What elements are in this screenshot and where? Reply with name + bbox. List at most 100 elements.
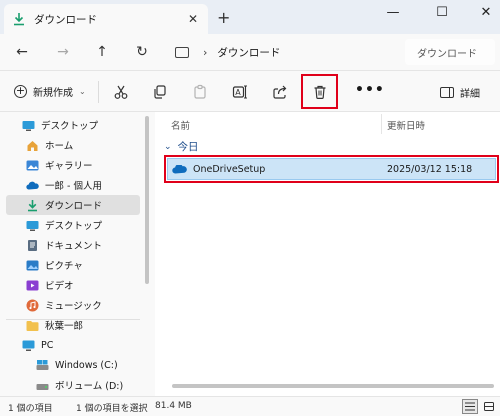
more-options-button[interactable]: ••• — [355, 82, 385, 98]
divider — [98, 81, 99, 103]
pc-icon — [175, 46, 189, 58]
new-tab-button[interactable]: + — [217, 8, 230, 27]
list-view-icon — [465, 402, 475, 411]
sidebar-item-drive-d[interactable]: ボリューム (D:) — [6, 375, 140, 395]
sidebar-item-label: ピクチャ — [45, 261, 83, 272]
sidebar-item-label: デスクトップ — [45, 221, 103, 232]
column-header-modified[interactable]: 更新日時 — [387, 118, 425, 132]
sidebar-item-desktop-top[interactable]: デスクトップ — [6, 115, 140, 135]
address-row: ← → ↑ ↻ › ダウンロード ダウンロード — [0, 34, 500, 70]
folder-icon — [26, 320, 39, 331]
sidebar-item-label: ドキュメント — [45, 241, 103, 252]
new-label: 新規作成 — [33, 88, 73, 99]
sidebar-item-label: ビデオ — [45, 281, 74, 292]
delete-highlight-box — [301, 74, 338, 109]
svg-text:A: A — [235, 88, 241, 97]
sidebar-scrollbar[interactable] — [145, 116, 149, 284]
sidebar-item-label: ダウンロード — [45, 201, 103, 212]
refresh-button[interactable]: ↻ — [133, 43, 151, 61]
sidebar-item-label: ミュージック — [45, 301, 102, 312]
close-tab-icon[interactable]: ✕ — [188, 12, 198, 26]
drive-icon — [36, 359, 49, 370]
sidebar-item-label: ギャラリー — [45, 161, 93, 172]
details-view-button[interactable] — [462, 399, 478, 414]
sidebar-item-label: ホーム — [45, 141, 74, 152]
forward-button[interactable]: → — [54, 43, 72, 61]
column-header-name[interactable]: 名前 — [171, 118, 190, 132]
sidebar-item-label: 秋葉一郎 — [45, 321, 84, 332]
paste-button[interactable] — [191, 83, 209, 101]
share-icon — [273, 85, 287, 99]
documents-icon — [28, 239, 37, 251]
item-count: 1 個の項目 — [8, 404, 53, 414]
file-highlight-box — [164, 155, 499, 183]
download-icon — [28, 199, 37, 211]
sidebar-item-drive-c[interactable]: Windows (C:) — [6, 355, 140, 375]
chevron-down-icon: ⌄ — [164, 141, 172, 152]
pc-icon — [22, 340, 35, 351]
command-bar: + 新規作成 ⌄ A ••• 詳細 — [0, 70, 500, 112]
pictures-icon — [26, 260, 39, 270]
gallery-icon — [26, 160, 39, 170]
sidebar-item-home[interactable]: ホーム — [6, 135, 140, 155]
sidebar-item-pictures[interactable]: ピクチャ — [6, 255, 140, 275]
home-icon — [27, 140, 38, 151]
share-button[interactable] — [271, 83, 289, 101]
paste-icon — [194, 84, 206, 99]
address-bar[interactable]: › ダウンロード — [165, 39, 397, 65]
download-icon — [14, 13, 24, 26]
cut-button[interactable] — [112, 83, 130, 101]
rename-button[interactable]: A — [231, 83, 249, 101]
plus-icon: + — [14, 84, 27, 98]
copy-icon — [154, 85, 166, 99]
horizontal-scrollbar[interactable] — [172, 384, 494, 388]
sidebar-item-desktop[interactable]: デスクトップ — [6, 215, 140, 235]
selection-count: 1 個の項目を選択 — [76, 404, 148, 414]
details-pane-button[interactable]: 詳細 — [440, 85, 480, 100]
rename-icon: A — [232, 85, 247, 99]
breadcrumb-downloads[interactable]: ダウンロード — [217, 45, 280, 60]
copy-button[interactable] — [151, 83, 169, 101]
sidebar-item-label: Windows (C:) — [55, 359, 118, 371]
minimize-button[interactable]: — — [383, 5, 403, 20]
onedrive-icon — [26, 181, 39, 190]
selection-size: 81.4 MB — [155, 401, 192, 411]
tab-title: ダウンロード — [34, 13, 97, 26]
group-header-today[interactable]: ⌄ 今日 — [164, 139, 199, 154]
column-divider[interactable] — [381, 114, 382, 134]
new-button[interactable]: + 新規作成 ⌄ — [14, 84, 86, 99]
sidebar-item-onedrive[interactable]: 一郎 - 個人用 — [6, 175, 140, 195]
sidebar-item-label: 一郎 - 個人用 — [45, 181, 102, 192]
up-button[interactable]: ↑ — [93, 43, 111, 61]
desktop-icon — [22, 120, 35, 131]
sidebar-item-label: PC — [41, 339, 54, 351]
scissors-icon — [114, 85, 128, 99]
search-input[interactable]: ダウンロード — [405, 39, 495, 65]
close-window-button[interactable]: ✕ — [476, 5, 496, 20]
sidebar-item-documents[interactable]: ドキュメント — [6, 235, 140, 255]
sidebar-item-gallery[interactable]: ギャラリー — [6, 155, 140, 175]
sidebar-item-downloads[interactable]: ダウンロード — [6, 195, 140, 215]
music-icon — [26, 299, 39, 311]
tab-downloads[interactable]: ダウンロード ✕ — [4, 4, 208, 34]
navigation-pane: デスクトップ ホーム ギャラリー 一郎 - 個人用 ダウンロード デスクトップ … — [0, 112, 155, 396]
sidebar-item-music[interactable]: ミュージック — [6, 295, 140, 315]
tiles-view-icon — [484, 402, 494, 411]
chevron-down-icon: ⌄ — [79, 87, 86, 96]
sidebar-item-label: デスクトップ — [41, 121, 99, 132]
drive-icon — [36, 383, 49, 390]
tiles-view-button[interactable] — [481, 399, 497, 414]
title-bar: ダウンロード ✕ + — ☐ ✕ — [0, 0, 500, 34]
search-placeholder: ダウンロード — [417, 48, 477, 60]
sidebar-item-user-folder[interactable]: 秋葉一郎 — [6, 315, 140, 335]
details-pane-icon — [440, 87, 454, 98]
sidebar-item-label: ボリューム (D:) — [55, 381, 124, 392]
group-label: 今日 — [177, 141, 199, 153]
back-button[interactable]: ← — [13, 43, 31, 61]
status-bar: 1 個の項目 1 個の項目を選択 81.4 MB — [0, 396, 500, 416]
desktop-icon — [26, 220, 39, 231]
breadcrumb-chevron-icon[interactable]: › — [203, 46, 207, 59]
sidebar-item-videos[interactable]: ビデオ — [6, 275, 140, 295]
maximize-button[interactable]: ☐ — [432, 5, 452, 20]
sidebar-item-pc[interactable]: PC — [6, 335, 140, 355]
